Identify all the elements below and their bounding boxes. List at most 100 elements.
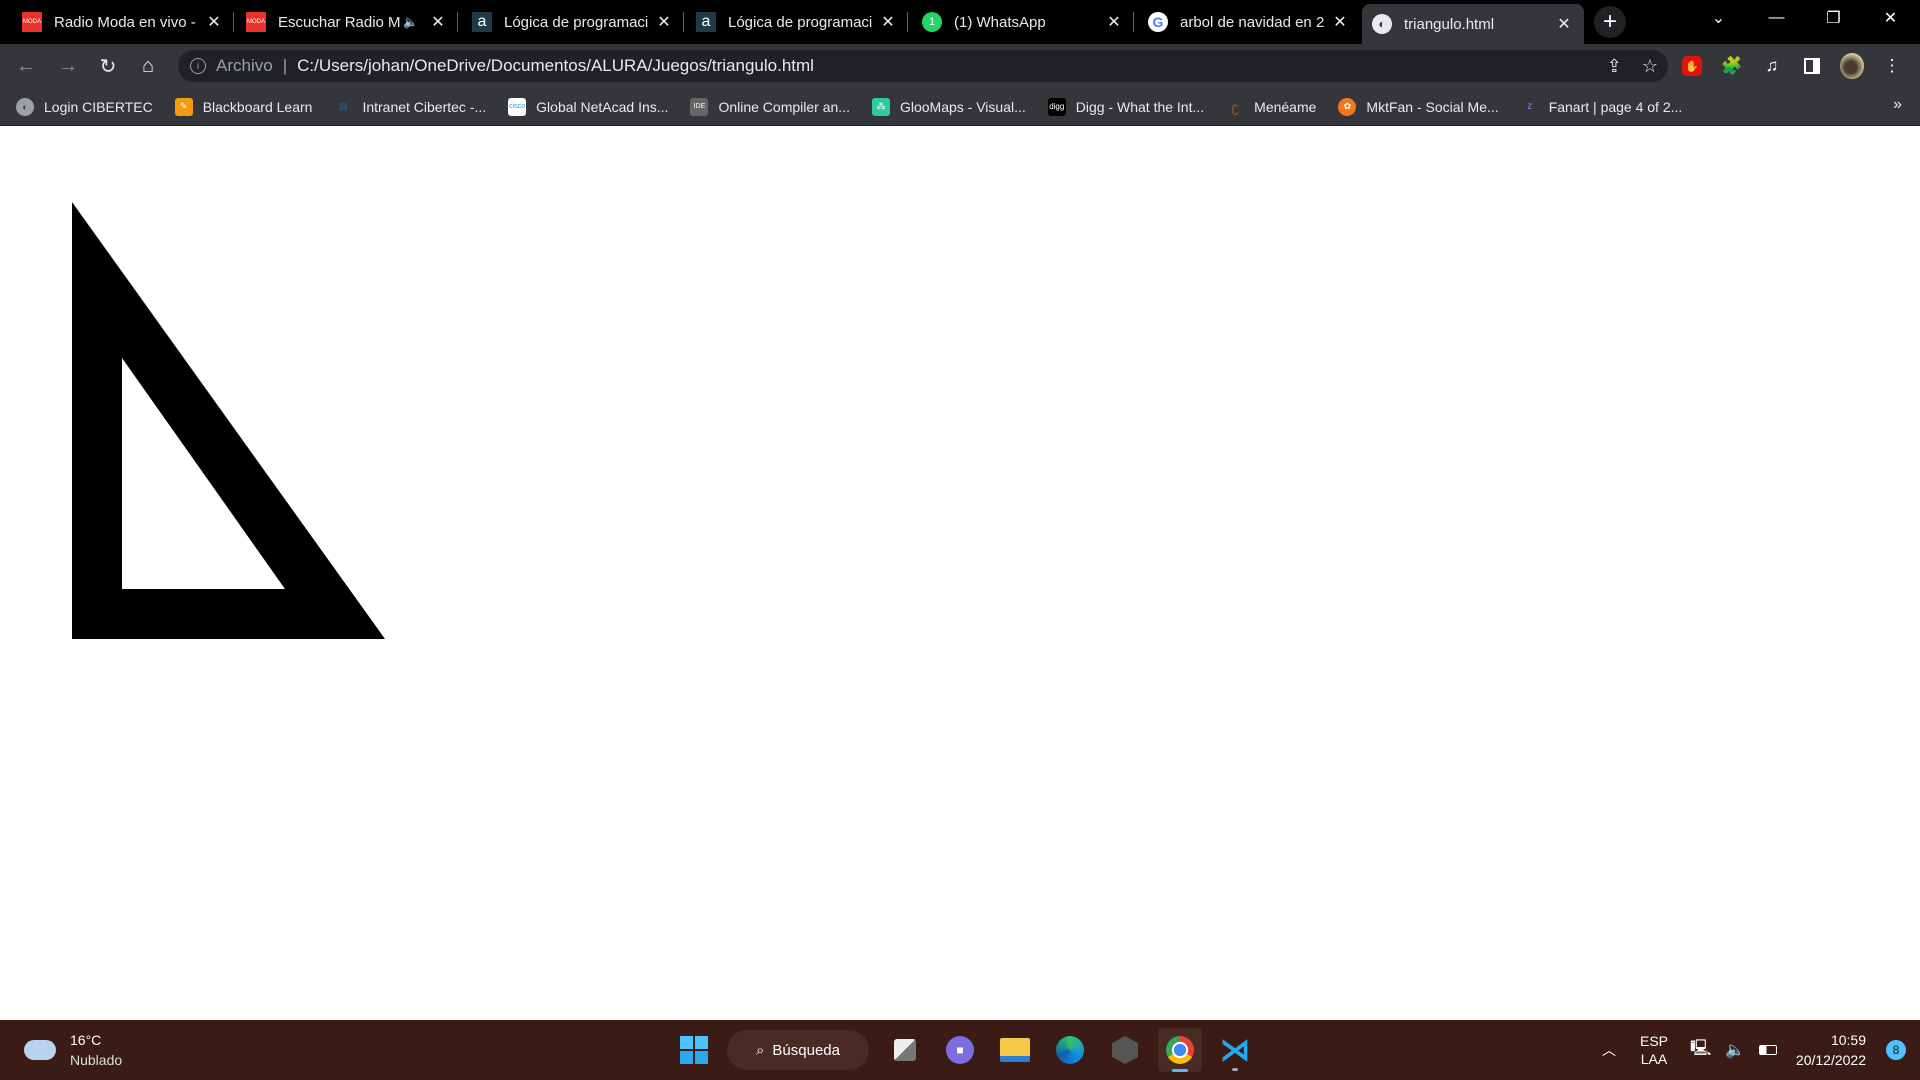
address-bar[interactable]: i Archivo | C:/Users/johan/OneDrive/Docu… xyxy=(178,50,1668,82)
bookmark-gloomaps[interactable]: ⁂ GlooMaps - Visual... xyxy=(871,97,1026,116)
notification-badge[interactable]: 8 xyxy=(1886,1040,1906,1060)
close-tab-icon[interactable]: ✕ xyxy=(1330,12,1350,32)
more-bookmarks-button[interactable]: » xyxy=(1893,96,1902,114)
arrow-right-icon: → xyxy=(58,54,78,77)
bookmark-digg[interactable]: digg Digg - What the Int... xyxy=(1047,97,1204,116)
ideone-icon: IDE xyxy=(690,97,709,116)
forward-button[interactable]: → xyxy=(54,52,82,80)
active-indicator xyxy=(1172,1069,1188,1072)
windows-taskbar: 16°C Nublado ⌕ Búsqueda ■ ⋊ ︿ ESP LAA 🖳 … xyxy=(0,1020,1920,1080)
tab-arbol-navidad[interactable]: G arbol de navidad en 2 ✕ xyxy=(1138,4,1360,40)
media-control-button[interactable]: ♫ xyxy=(1760,54,1784,78)
bookmark-mktfan[interactable]: ✿ MktFan - Social Me... xyxy=(1338,97,1499,116)
bookmark-login-cibertec[interactable]: ◐ Login CIBERTEC xyxy=(16,97,153,116)
adblock-extension[interactable]: ✋ xyxy=(1680,54,1704,78)
teams-chat-icon: ■ xyxy=(946,1036,974,1064)
tab-whatsapp[interactable]: 1 (1) WhatsApp ✕ xyxy=(912,4,1134,40)
meneame-icon: ʗ xyxy=(1231,98,1239,115)
close-tab-icon[interactable]: ✕ xyxy=(654,12,674,32)
clock[interactable]: 10:59 20/12/2022 xyxy=(1796,1030,1866,1070)
close-tab-icon[interactable]: ✕ xyxy=(1104,12,1124,32)
chrome-menu-button[interactable]: ⋮ xyxy=(1880,54,1904,78)
close-tab-icon[interactable]: ✕ xyxy=(204,12,224,32)
file-explorer-button[interactable] xyxy=(993,1028,1037,1072)
chevron-down-icon: ⌄ xyxy=(1711,10,1726,27)
chevron-up-icon: ︿ xyxy=(1602,1042,1616,1058)
unity-hub-button[interactable] xyxy=(1103,1028,1147,1072)
clock-date: 20/12/2022 xyxy=(1795,1052,1866,1068)
volume-icon: 🔈 xyxy=(1725,1042,1746,1059)
close-tab-icon[interactable]: ✕ xyxy=(428,12,448,32)
home-button[interactable]: ⌂ xyxy=(134,52,162,80)
tab-separator xyxy=(683,12,684,32)
page-content xyxy=(0,127,1920,1020)
side-panel-icon xyxy=(1804,58,1820,74)
tab-logica-1[interactable]: a Lógica de programaci ✕ xyxy=(462,4,684,40)
close-window-button[interactable]: ✕ xyxy=(1862,0,1919,36)
unity-icon xyxy=(1112,1036,1138,1064)
network-icon: 🖳 xyxy=(1690,1039,1712,1057)
bookmark-blackboard[interactable]: ✎ Blackboard Learn xyxy=(174,97,312,116)
triangle-canvas xyxy=(72,202,385,639)
weather-condition: Nublado xyxy=(70,1052,123,1068)
whatsapp-icon: 1 xyxy=(922,12,942,32)
alura-icon: a xyxy=(472,12,492,32)
bookmarks-bar: ◐ Login CIBERTEC ✎ Blackboard Learn ▤ Intra… xyxy=(0,88,1920,126)
edge-button[interactable] xyxy=(1048,1028,1092,1072)
bookmark-fanart[interactable]: z Fanart | page 4 of 2... xyxy=(1521,98,1682,116)
running-indicator xyxy=(1232,1068,1238,1071)
edge-icon xyxy=(1056,1036,1084,1064)
taskbar-search[interactable]: ⌕ Búsqueda xyxy=(727,1030,869,1070)
task-view-button[interactable] xyxy=(883,1028,927,1072)
tab-radio-moda[interactable]: MODA Radio Moda en vivo - ✕ xyxy=(12,4,234,40)
show-hidden-icons-button[interactable]: ︿ xyxy=(1602,1028,1616,1072)
reload-button[interactable]: ↻ xyxy=(94,52,122,80)
close-tab-icon[interactable]: ✕ xyxy=(878,12,898,32)
divider: | xyxy=(282,56,288,75)
weather-temp: 16°C xyxy=(70,1032,102,1048)
info-icon[interactable]: i xyxy=(190,58,206,74)
language-indicator[interactable]: ESP LAA xyxy=(1640,1028,1668,1072)
weather-widget[interactable]: 16°C Nublado xyxy=(24,1030,122,1070)
vscode-button[interactable]: ⋊ xyxy=(1213,1028,1257,1072)
chrome-button[interactable] xyxy=(1158,1028,1202,1072)
bookmark-netacad[interactable]: cisco Global NetAcad Ins... xyxy=(508,97,668,116)
extensions-button[interactable]: 🧩 xyxy=(1720,54,1744,78)
radio-moda-icon: MODA xyxy=(22,12,42,32)
globe-icon: ◐ xyxy=(1372,14,1392,34)
restore-button[interactable]: ❐ xyxy=(1805,0,1862,36)
start-button[interactable] xyxy=(672,1028,716,1072)
speaker-icon[interactable]: 🔈 xyxy=(403,15,418,29)
side-panel-button[interactable] xyxy=(1800,54,1824,78)
puzzle-icon: 🧩 xyxy=(1721,56,1743,75)
system-tray[interactable]: 🖳 🔈 xyxy=(1690,1028,1778,1072)
bookmark-online-compiler[interactable]: IDE Online Compiler an... xyxy=(690,97,850,116)
gloomaps-icon: ⁂ xyxy=(871,97,890,116)
share-icon[interactable]: ⇪ xyxy=(1607,56,1622,77)
adblock-hand-icon: ✋ xyxy=(1682,56,1702,76)
bookmark-meneame[interactable]: ʗ Menéame xyxy=(1226,98,1317,116)
tab-search-button[interactable]: ⌄ xyxy=(1690,0,1747,36)
profile-avatar[interactable] xyxy=(1840,53,1864,79)
tab-separator xyxy=(907,12,908,32)
minimize-icon: — xyxy=(1768,9,1785,26)
arrow-left-icon: ← xyxy=(16,54,36,77)
teams-chat-button[interactable]: ■ xyxy=(938,1028,982,1072)
media-queue-icon: ♫ xyxy=(1765,56,1779,75)
tab-triangulo[interactable]: ◐ triangulo.html ✕ xyxy=(1362,4,1584,44)
close-tab-icon[interactable]: ✕ xyxy=(1554,14,1574,34)
globe-icon: ◐ xyxy=(16,97,34,116)
minimize-button[interactable]: — xyxy=(1748,0,1805,36)
folder-icon xyxy=(1000,1038,1030,1062)
url-text[interactable]: C:/Users/johan/OneDrive/Documentos/ALURA… xyxy=(297,56,814,76)
bookmark-intranet-cibertec[interactable]: ▤ Intranet Cibertec -... xyxy=(334,98,486,116)
tab-logica-2[interactable]: a Lógica de programaci ✕ xyxy=(686,4,908,40)
avatar xyxy=(1840,53,1864,79)
vscode-icon: ⋊ xyxy=(1220,1033,1250,1067)
new-tab-button[interactable]: + xyxy=(1594,6,1626,38)
tab-escuchar-radio[interactable]: MODA Escuchar Radio M 🔈 ✕ xyxy=(236,4,458,40)
star-icon[interactable]: ☆ xyxy=(1642,56,1658,77)
back-button[interactable]: ← xyxy=(12,52,40,80)
tab-separator xyxy=(1133,12,1134,32)
task-view-icon xyxy=(894,1039,916,1061)
